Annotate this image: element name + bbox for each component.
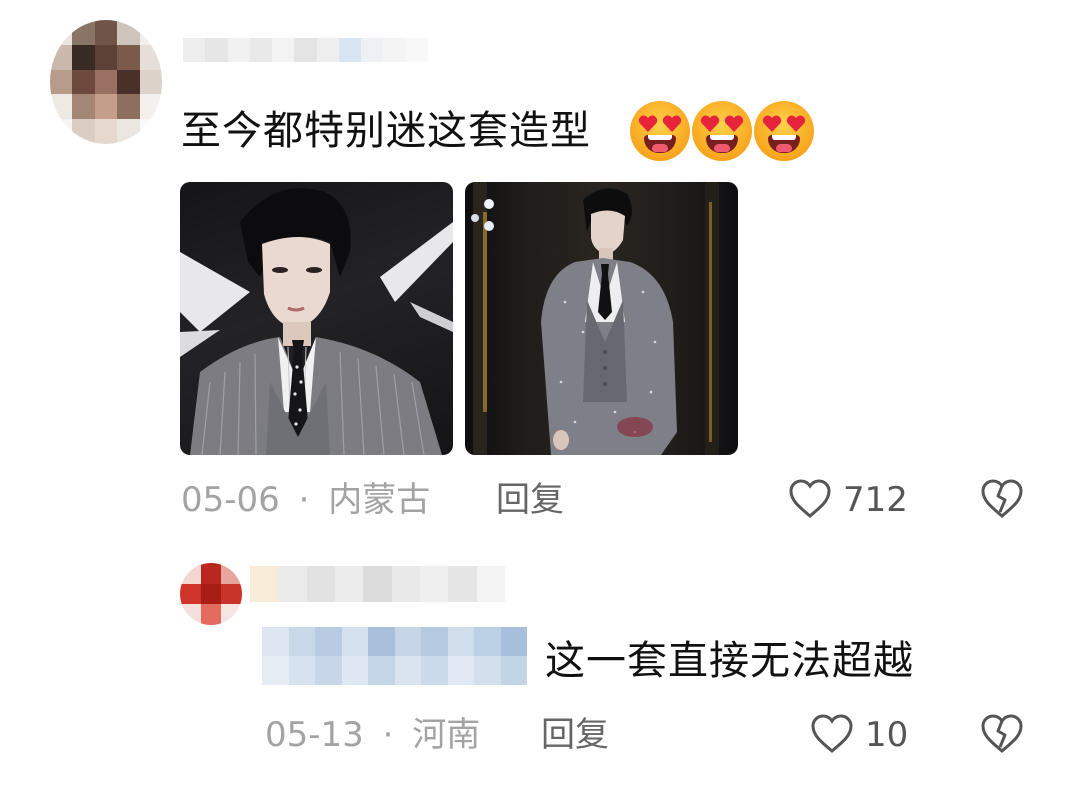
heart-eyes-emoji <box>754 101 814 161</box>
reply-text: 这一套直接无法超越 <box>545 638 914 684</box>
emoji-group <box>630 101 814 161</box>
reply-date: 05-13 <box>265 715 364 755</box>
heart-outline-icon[interactable] <box>788 478 832 520</box>
heart-eyes-emoji <box>692 101 752 161</box>
reply-meta: 05-13 · 河南 <box>265 715 480 755</box>
replier-avatar[interactable] <box>180 563 242 625</box>
comment-meta: 05-06 · 内蒙古 <box>181 480 430 520</box>
comment-date: 05-06 <box>181 480 280 520</box>
commenter-avatar[interactable] <box>50 20 162 144</box>
broken-heart-icon[interactable] <box>980 478 1024 520</box>
mention-blurred[interactable] <box>262 627 527 685</box>
commenter-name-blurred[interactable] <box>183 38 428 62</box>
meta-separator: · <box>298 480 310 520</box>
comment-text: 至今都特别迷这套造型 <box>181 108 591 154</box>
replier-name-blurred[interactable] <box>250 566 505 602</box>
heart-eyes-emoji <box>630 101 690 161</box>
like-count: 712 <box>843 480 908 520</box>
heart-outline-icon[interactable] <box>810 713 854 755</box>
reply-location: 河南 <box>412 715 481 755</box>
suit-photo-portrait[interactable] <box>180 182 453 455</box>
reply-button[interactable]: 回复 <box>496 480 564 520</box>
comment-location: 内蒙古 <box>328 480 431 520</box>
reply-like-count: 10 <box>865 715 909 755</box>
suit-photo-runway[interactable] <box>465 182 738 455</box>
reply-reply-button[interactable]: 回复 <box>541 715 609 755</box>
meta-separator: · <box>382 715 394 755</box>
broken-heart-icon[interactable] <box>980 713 1024 755</box>
